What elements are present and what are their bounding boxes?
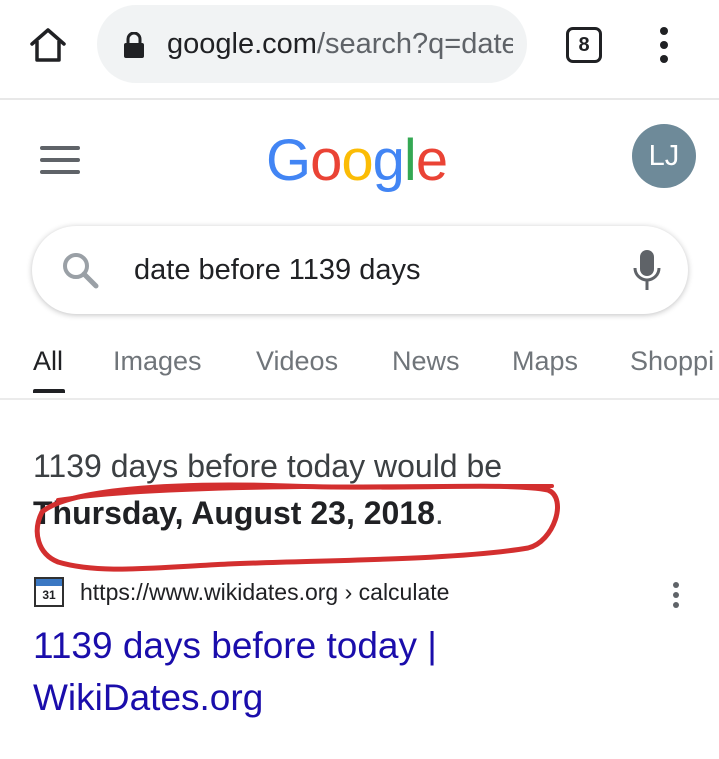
logo-letter: o xyxy=(310,128,342,193)
tab-news[interactable]: News xyxy=(392,346,460,377)
favicon-number: 31 xyxy=(42,588,56,602)
answer-date-line: Thursday, August 23, 2018. xyxy=(33,493,444,533)
result-title-link[interactable]: 1139 days before today | WikiDates.org xyxy=(33,620,633,724)
logo-letter: G xyxy=(266,128,311,193)
search-input[interactable] xyxy=(134,250,594,290)
search-tabs: All Images Videos News Maps Shoppi xyxy=(0,340,719,400)
calendar-favicon-icon: 31 xyxy=(34,577,64,607)
microphone-icon[interactable] xyxy=(632,248,662,292)
address-text[interactable]: google.com/search?q=date xyxy=(167,25,513,63)
tab-switcher-button[interactable]: 8 xyxy=(566,27,602,63)
result-title-line: 1139 days before today | xyxy=(33,625,437,666)
search-icon[interactable] xyxy=(60,250,100,290)
answer-date: Thursday, August 23, 2018 xyxy=(33,495,435,531)
logo-letter: l xyxy=(403,128,417,193)
answer-period: . xyxy=(434,495,444,531)
tab-videos[interactable]: Videos xyxy=(256,346,338,377)
url-domain: google.com xyxy=(167,28,317,60)
overflow-menu-icon[interactable] xyxy=(649,24,679,66)
address-bar[interactable]: google.com/search?q=date xyxy=(97,5,527,83)
home-icon xyxy=(30,28,66,62)
tab-shopping[interactable]: Shoppi xyxy=(630,346,714,377)
google-logo[interactable]: Google xyxy=(266,126,448,196)
active-tab-indicator xyxy=(33,389,65,393)
logo-letter: e xyxy=(415,128,448,193)
result-title-line: WikiDates.org xyxy=(33,677,264,718)
lock-icon xyxy=(124,32,144,58)
search-box[interactable] xyxy=(32,226,688,314)
tab-maps[interactable]: Maps xyxy=(512,346,578,377)
home-button[interactable] xyxy=(24,22,72,68)
account-avatar[interactable]: LJ xyxy=(632,124,696,188)
result-url[interactable]: https://www.wikidates.org › calculate xyxy=(80,577,449,607)
browser-toolbar: google.com/search?q=date 8 xyxy=(0,0,719,100)
logo-letter: g xyxy=(372,128,405,193)
tab-all[interactable]: All xyxy=(33,346,63,377)
hamburger-menu-icon[interactable] xyxy=(40,146,80,174)
answer-text: 1139 days before today would be xyxy=(33,448,503,484)
tab-images[interactable]: Images xyxy=(113,346,202,377)
result-more-options-icon[interactable] xyxy=(666,578,686,612)
url-path: /search?q=date xyxy=(316,28,513,60)
logo-letter: o xyxy=(341,128,373,193)
